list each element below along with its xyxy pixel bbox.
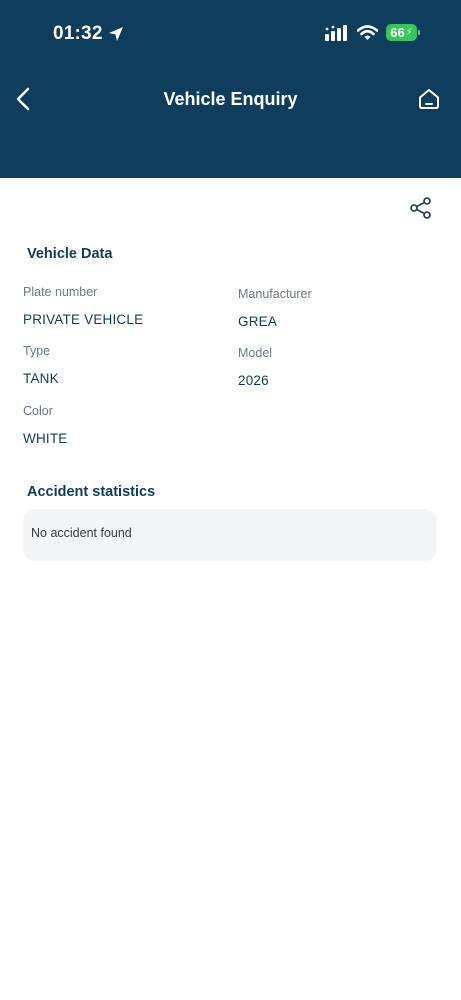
type-value: TANK bbox=[23, 371, 59, 386]
manufacturer-value: GREA bbox=[238, 314, 278, 329]
plate-number-label: Plate number bbox=[23, 285, 98, 299]
accident-status-card: No accident found bbox=[23, 509, 437, 561]
charging-bolt-icon: ⚡ bbox=[405, 27, 413, 38]
home-icon[interactable] bbox=[417, 87, 441, 111]
no-accident-message: No accident found bbox=[31, 526, 132, 540]
plate-number-value: PRIVATE VEHICLE bbox=[23, 312, 144, 327]
status-time-text: 01:32 bbox=[53, 23, 103, 44]
battery-indicator: 66 ⚡ bbox=[386, 24, 420, 41]
color-value: WHITE bbox=[23, 431, 68, 446]
manufacturer-label: Manufacturer bbox=[238, 287, 312, 301]
color-label: Color bbox=[23, 404, 53, 418]
vehicle-data-title: Vehicle Data bbox=[27, 246, 113, 262]
app-header: 01:32 66 ⚡ Vehicle Enquiry bbox=[0, 0, 461, 178]
signal-icon bbox=[325, 24, 347, 41]
page-title: Vehicle Enquiry bbox=[163, 89, 298, 109]
status-bar-time: 01:32 bbox=[53, 23, 124, 45]
vehicle-enquiry-screen: 01:32 66 ⚡ Vehicle Enquiry Vehicle Data … bbox=[0, 0, 461, 1000]
model-label: Model bbox=[238, 346, 273, 360]
wifi-icon bbox=[357, 24, 378, 40]
share-icon[interactable] bbox=[409, 196, 433, 220]
accident-statistics-title: Accident statistics bbox=[27, 484, 156, 500]
type-label: Type bbox=[23, 344, 51, 358]
battery-level: 66 bbox=[390, 25, 405, 40]
model-value: 2026 bbox=[238, 373, 269, 388]
location-arrow-icon bbox=[108, 27, 123, 41]
status-bar-indicators: 66 ⚡ bbox=[325, 24, 420, 41]
